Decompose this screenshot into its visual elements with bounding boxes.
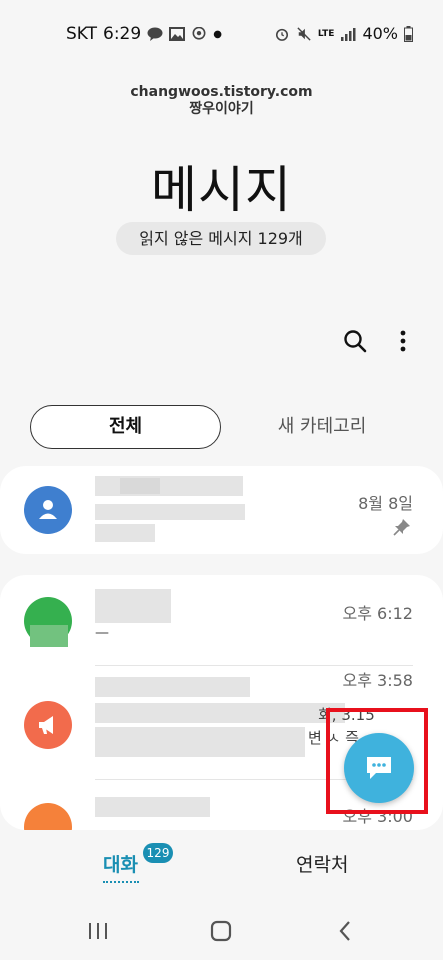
blurred-message-preview-2 <box>95 524 155 542</box>
alarm-icon <box>275 28 288 41</box>
status-left: SKT 6:29 ● <box>66 24 222 44</box>
unread-count-pill: 읽지 않은 메시지 129개 <box>116 222 326 255</box>
recent-apps-button[interactable] <box>84 920 112 942</box>
blurred-message-preview-2 <box>95 727 305 757</box>
carrier-label: SKT <box>66 24 98 44</box>
contact-avatar <box>24 486 72 534</box>
talk-notification-icon <box>147 27 163 41</box>
more-vertical-icon <box>400 330 406 352</box>
signal-icon <box>341 27 356 41</box>
highlight-box <box>326 708 428 814</box>
message-preview: — <box>95 625 109 641</box>
more-options-button[interactable] <box>389 327 417 355</box>
watermark: changwoos.tistory.com 짱우이야기 <box>0 84 443 118</box>
more-notifications-dot: ● <box>213 28 222 40</box>
tab-conversations-label: 대화 <box>103 854 138 876</box>
blur-block <box>30 625 68 647</box>
conversation-time: 오후 6:12 <box>342 604 413 623</box>
list-divider <box>95 665 413 666</box>
active-tab-indicator <box>103 881 139 883</box>
blurred-contact-name <box>95 797 210 817</box>
home-icon <box>210 920 232 942</box>
back-icon <box>339 921 350 941</box>
tab-all[interactable]: 전체 <box>30 405 221 449</box>
gallery-notification-icon <box>169 27 186 41</box>
conversation-item[interactable]: — 오후 6:12 <box>0 575 443 665</box>
person-icon <box>39 500 57 519</box>
mute-icon <box>297 26 311 41</box>
page-title: 메시지 <box>151 161 292 219</box>
unread-badge: 129 <box>143 843 173 863</box>
conversation-item-pinned[interactable]: 8월 8일 <box>0 466 443 554</box>
blurred-message-preview <box>95 703 345 723</box>
back-button[interactable] <box>334 918 358 944</box>
blurred-contact-name <box>95 476 243 496</box>
conversation-time: 오후 3:58 <box>342 671 413 690</box>
battery-percent: 40% <box>362 24 398 43</box>
home-button[interactable] <box>208 918 234 944</box>
blurred-contact-name <box>95 677 250 697</box>
pin-icon <box>393 519 410 536</box>
pinned-conversations-card: 8월 8일 <box>0 466 443 554</box>
conversation-time: 8월 8일 <box>358 494 413 513</box>
lte-label: LTE <box>317 28 335 39</box>
battery-icon <box>404 25 413 42</box>
status-right: LTE 40% <box>274 24 413 43</box>
tab-contacts[interactable]: 연락처 <box>296 850 348 877</box>
location-notification-icon <box>192 27 206 40</box>
contact-avatar <box>24 803 72 830</box>
tab-new-category[interactable]: 새 카테고리 <box>230 405 414 449</box>
blur-block <box>120 478 160 494</box>
search-button[interactable] <box>341 327 369 355</box>
recent-apps-icon <box>89 923 107 939</box>
blurred-message-preview <box>95 504 245 520</box>
category-tabs: 전체 새 카테고리 <box>30 405 414 449</box>
search-icon <box>344 330 367 353</box>
watermark-blog-name: 짱우이야기 <box>189 101 254 117</box>
megaphone-icon <box>39 716 53 734</box>
system-nav-bar <box>0 900 443 960</box>
watermark-url: changwoos.tistory.com <box>130 84 313 100</box>
status-bar: SKT 6:29 ● LTE 40% <box>0 0 443 68</box>
contact-avatar <box>24 701 72 749</box>
bottom-nav: 대화 129 연락처 <box>0 830 443 900</box>
tab-conversations[interactable]: 대화 <box>103 850 139 883</box>
status-time: 6:29 <box>103 24 142 44</box>
blurred-contact-name <box>95 589 171 623</box>
